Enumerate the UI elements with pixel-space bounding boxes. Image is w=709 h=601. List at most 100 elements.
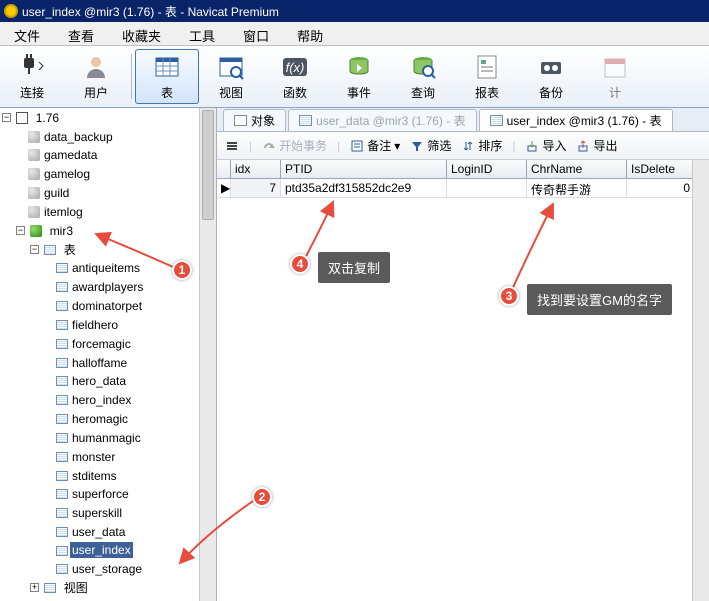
tree-table-label: awardplayers: [70, 279, 145, 295]
menu-file[interactable]: 文件: [0, 22, 54, 45]
filter-button[interactable]: 筛选: [410, 137, 451, 154]
expand-icon[interactable]: +: [30, 583, 39, 592]
cell-isdelete[interactable]: 0: [627, 179, 695, 197]
tool-connection[interactable]: 连接: [0, 46, 64, 107]
tool-event[interactable]: 事件: [327, 46, 391, 107]
import-button[interactable]: 导入: [525, 137, 566, 154]
table-icon: [56, 263, 68, 273]
menu-help[interactable]: 帮助: [283, 22, 337, 45]
tree-db[interactable]: gamelog: [16, 164, 216, 183]
svg-text:f(x): f(x): [286, 60, 305, 75]
menu-fav[interactable]: 收藏夹: [108, 22, 175, 45]
tree-table[interactable]: humanmagic: [44, 428, 216, 447]
table-icon: [56, 376, 68, 386]
tree-views-group[interactable]: + 视图: [30, 578, 216, 597]
tree-table[interactable]: stditems: [44, 466, 216, 485]
sort-button[interactable]: 排序: [461, 137, 502, 154]
tree-table[interactable]: superforce: [44, 485, 216, 504]
table-icon: [299, 115, 312, 126]
tree-table[interactable]: forcemagic: [44, 334, 216, 353]
cell-idx[interactable]: 7: [231, 179, 281, 197]
tool-schedule[interactable]: 计: [583, 46, 647, 107]
toolbar-separator: [131, 54, 132, 99]
sort-icon: [461, 139, 475, 153]
tree-db[interactable]: itemlog: [16, 202, 216, 221]
filter-icon: [410, 139, 424, 153]
tool-report[interactable]: 报表: [455, 46, 519, 107]
tree-tables-group[interactable]: − 表 antiqueitems awardplayers dominatorp…: [30, 240, 216, 578]
scrollbar-thumb[interactable]: [202, 110, 214, 220]
annotation-badge-4: 4: [290, 254, 310, 274]
grid-header-idx[interactable]: idx: [231, 160, 281, 178]
menu-button[interactable]: [225, 139, 239, 153]
collapse-icon[interactable]: −: [30, 245, 39, 254]
tab-user-index[interactable]: user_index @mir3 (1.76) - 表: [479, 109, 673, 131]
tree-table[interactable]: fieldhero: [44, 315, 216, 334]
tool-table[interactable]: 表: [135, 49, 199, 104]
tree-table[interactable]: monster: [44, 447, 216, 466]
sort-label: 排序: [478, 137, 502, 154]
menu-window[interactable]: 窗口: [229, 22, 283, 45]
tree-connection[interactable]: − 1.76 data_backup gamedata gamelog guil…: [2, 108, 216, 597]
tree-db-label: itemlog: [42, 204, 85, 220]
tree-table[interactable]: awardplayers: [44, 277, 216, 296]
tool-view[interactable]: 视图: [199, 46, 263, 107]
tab-user-data[interactable]: user_data @mir3 (1.76) - 表: [288, 109, 477, 131]
tree-db-label: gamelog: [42, 166, 92, 182]
redo-icon: [262, 139, 276, 153]
tree-table-label: humanmagic: [70, 430, 143, 446]
tree-table-selected[interactable]: user_index: [44, 541, 216, 559]
grid-header-chrname[interactable]: ChrName: [527, 160, 627, 178]
tree-table[interactable]: hero_data: [44, 372, 216, 391]
grid-row[interactable]: ▶ 7 ptd35a2df315852dc2e9 传奇帮手游 0: [217, 179, 709, 198]
tree-table[interactable]: halloffame: [44, 353, 216, 372]
schedule-icon: [600, 52, 630, 82]
collapse-icon[interactable]: −: [2, 113, 11, 122]
tree-db[interactable]: guild: [16, 183, 216, 202]
tool-backup[interactable]: 备份: [519, 46, 583, 107]
begin-transaction-button[interactable]: 开始事务: [262, 137, 327, 154]
database-icon: [28, 168, 40, 180]
views-icon: [44, 583, 56, 593]
tool-function[interactable]: f(x) 函数: [263, 46, 327, 107]
memo-button[interactable]: 备注 ▾: [350, 137, 400, 154]
tree-table[interactable]: dominatorpet: [44, 296, 216, 315]
tree-table[interactable]: hero_index: [44, 390, 216, 409]
collapse-icon[interactable]: −: [16, 226, 25, 235]
tree-table[interactable]: user_data: [44, 522, 216, 541]
tab-user-index-label: user_index @mir3 (1.76) - 表: [507, 112, 662, 129]
grid-header-ptid[interactable]: PTID: [281, 160, 447, 178]
table-icon: [56, 508, 68, 518]
tool-query-label: 查询: [411, 84, 435, 101]
separator: |: [337, 139, 340, 153]
tree-scrollbar[interactable]: [199, 108, 216, 601]
tool-user[interactable]: 用户: [64, 46, 128, 107]
tree-table[interactable]: superskill: [44, 503, 216, 522]
grid-row-marker-header[interactable]: [217, 160, 231, 178]
tool-user-label: 用户: [84, 84, 108, 101]
tab-objects[interactable]: 对象: [223, 109, 286, 131]
grid-scrollbar[interactable]: [692, 160, 709, 601]
tool-schedule-label: 计: [609, 84, 621, 101]
tool-query[interactable]: 查询: [391, 46, 455, 107]
grid-header-loginid[interactable]: LoginID: [447, 160, 527, 178]
cell-ptid[interactable]: ptd35a2df315852dc2e9: [281, 179, 447, 197]
menu-view[interactable]: 查看: [54, 22, 108, 45]
database-icon: [28, 131, 40, 143]
tree-table-label: superforce: [70, 486, 131, 502]
cell-chrname[interactable]: 传奇帮手游: [527, 179, 627, 197]
navigation-tree[interactable]: − 1.76 data_backup gamedata gamelog guil…: [0, 108, 217, 601]
tree-db[interactable]: data_backup: [16, 127, 216, 146]
grid-header-isdelete[interactable]: IsDelete: [627, 160, 695, 178]
tree-db[interactable]: gamedata: [16, 146, 216, 165]
chevron-down-icon: ▾: [394, 139, 400, 153]
connection-icon: [16, 112, 28, 124]
begin-transaction-label: 开始事务: [279, 137, 327, 154]
menu-tools[interactable]: 工具: [175, 22, 229, 45]
tree-table[interactable]: user_storage: [44, 559, 216, 578]
tree-table[interactable]: heromagic: [44, 409, 216, 428]
cell-loginid[interactable]: [447, 179, 527, 197]
export-button[interactable]: 导出: [576, 137, 617, 154]
tree-tables-label: 表: [62, 242, 78, 258]
table-icon: [56, 358, 68, 368]
